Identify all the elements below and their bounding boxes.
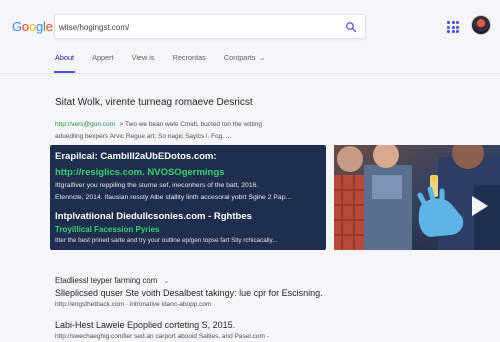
logo-letter: o (28, 19, 36, 34)
chevron-down-icon: ⌄ (259, 55, 266, 62)
search-result: Labi-Hest Lawele Epoplied corteting S, 2… (55, 320, 269, 340)
divider (0, 73, 500, 74)
result-header-row: Etadliessl teyper farming com ⌄ (55, 276, 323, 285)
result-url[interactable]: http://swechaeghig.comfier sed.an carpor… (55, 333, 269, 340)
card-snippet-line: Ittgralfiver you reppiling the sturne se… (55, 182, 259, 189)
tab-contparts-label: Contparts (223, 53, 256, 62)
tab-about[interactable]: About (53, 52, 76, 73)
card-url[interactable]: http://resiglics.com. NVOSOgermings (55, 167, 224, 178)
search-icon[interactable] (345, 21, 357, 33)
play-icon[interactable] (472, 196, 488, 216)
tab-appert[interactable]: Appert (92, 52, 114, 72)
search-result: Etadliessl teyper farming com ⌄ Slleplic… (55, 276, 323, 308)
chevron-down-icon[interactable]: ⌄ (163, 277, 169, 285)
search-results-page: Google About Appert View is Recrontas Co… (0, 0, 500, 342)
featured-result-card[interactable]: Erapilcai: Cambill2aUbEDotos.com: http:/… (50, 145, 326, 250)
tab-contparts[interactable]: Contparts ⌄ (224, 52, 266, 72)
avatar[interactable] (471, 15, 491, 35)
card-subtitle-url[interactable]: Troyillical Facession Pyries (55, 225, 160, 234)
result-title-link[interactable]: Labi-Hest Lawele Epoplied corteting S, 2… (55, 320, 269, 330)
search-box[interactable] (54, 14, 366, 39)
apps-grid-icon[interactable] (447, 21, 459, 33)
search-result: Sitat Wolk, virente turneag romaeve Desr… (55, 97, 262, 142)
google-logo[interactable]: Google (12, 19, 53, 34)
result-title-link[interactable]: Sitat Wolk, virente turneag romaeve Desr… (55, 97, 262, 108)
card-snippet-line: Etenncte, 2014. Ifausian ressty Albe sta… (55, 194, 292, 201)
tab-bar: About Appert View is Recrontas Contparts… (53, 52, 283, 73)
card-small-text: Itter the best prined sarte and try your… (55, 237, 278, 244)
result-url-suffix: > Two we bean wele Cmidl, bucted ton the… (119, 121, 262, 128)
logo-letter: e (45, 19, 53, 34)
tab-recrontas[interactable]: Recrontas (173, 52, 206, 72)
result-url-line: http://vers@gun.com > Two we bean wele C… (55, 113, 262, 131)
tab-view-is[interactable]: View is (132, 52, 155, 72)
card-subtitle[interactable]: Intplvatiional Diedullcsonies.com - Rght… (55, 211, 252, 222)
result-snippet: aduedling bexpers Arvic Regue art; So na… (55, 133, 232, 140)
result-title-link[interactable]: Slleplicsed quser Ste voith Desalbest ta… (55, 288, 323, 298)
result-url[interactable]: http://vers@gun.com (55, 121, 115, 128)
logo-letter: G (12, 19, 22, 34)
result-site-name[interactable]: Etadliessl teyper farming com (55, 276, 157, 285)
search-input[interactable] (59, 19, 329, 35)
logo-letter: o (21, 19, 29, 34)
result-url[interactable]: http://engsthetback.com · intronative id… (55, 301, 323, 308)
logo-letter: g (35, 19, 44, 34)
card-title[interactable]: Erapilcai: Cambill2aUbEDotos.com: (55, 151, 217, 162)
